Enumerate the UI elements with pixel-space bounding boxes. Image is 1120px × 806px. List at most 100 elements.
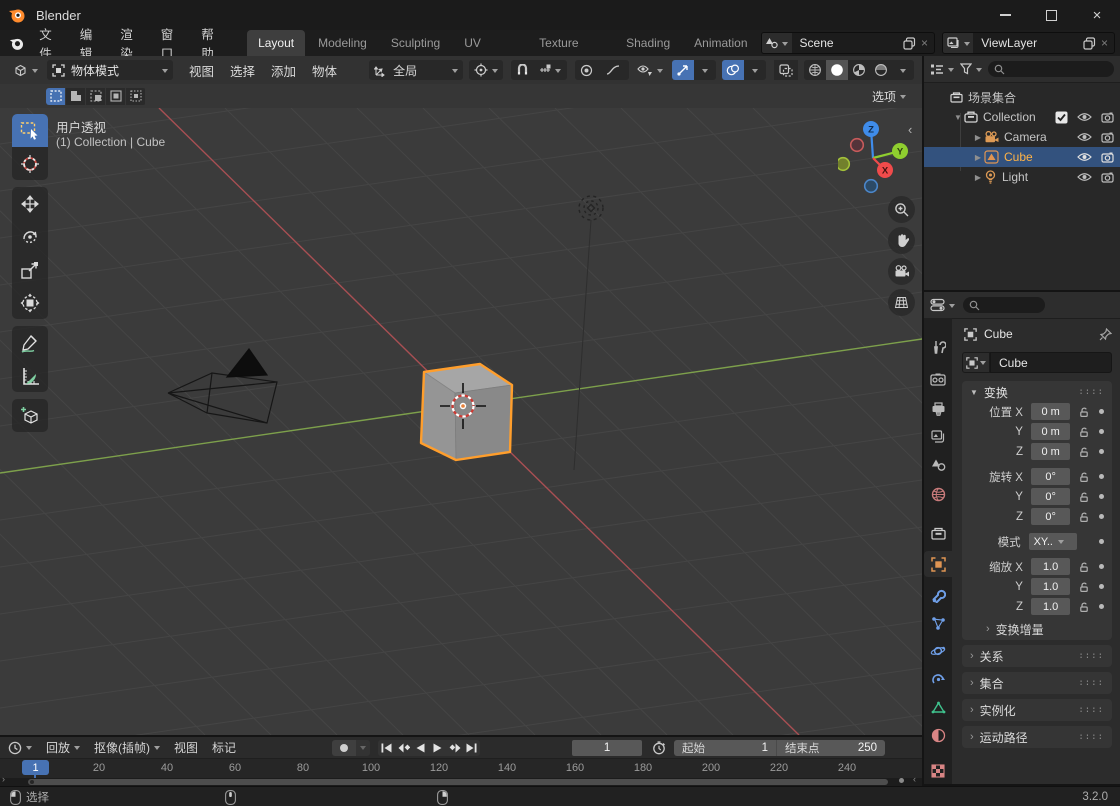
close-button[interactable]: × [1074,0,1120,30]
location-y-field[interactable]: 0 m [1030,423,1071,440]
disable-render-camera-icon[interactable] [1101,112,1114,123]
lock-icon[interactable] [1077,601,1091,613]
tab-constraints[interactable] [924,666,952,692]
cube-object[interactable] [419,362,514,462]
panel-drag-dots[interactable]: :::: [1078,387,1104,397]
tool-measure[interactable] [12,359,48,392]
gizmos-toggle[interactable] [672,60,694,80]
timeline-menu-view[interactable]: 视图 [174,739,198,756]
properties-editor-type-button[interactable] [930,298,955,312]
viewlayer-browse-button[interactable] [943,33,974,53]
rotation-z-field[interactable]: 0° [1030,508,1071,525]
scene-name[interactable]: Scene [792,36,904,50]
tool-annotate[interactable] [12,326,48,359]
animate-dot[interactable] [1099,564,1104,569]
pivot-point-selector[interactable] [469,60,504,80]
transform-delta-subpanel[interactable]: › 变换增量 [962,618,1112,640]
tab-material[interactable] [924,722,952,748]
zoom-button[interactable] [888,196,915,223]
shading-solid-button[interactable] [826,60,848,80]
outliner-editor-type-button[interactable] [930,63,954,76]
disable-render-camera-icon[interactable] [1101,132,1114,143]
scene-browse-button[interactable] [761,33,792,53]
outliner-row-camera[interactable]: ▶ Camera [924,127,1120,147]
hide-eye-icon[interactable] [1077,112,1092,122]
auto-keying-dropdown[interactable] [356,739,371,756]
jump-to-end-button[interactable] [463,740,480,756]
animate-dot[interactable] [1099,604,1104,609]
snap-toggle-button[interactable] [511,60,534,80]
remove-viewlayer-icon[interactable]: × [1101,36,1108,50]
play-reverse-button[interactable] [412,740,429,756]
rotation-x-field[interactable]: 0° [1030,468,1071,485]
tab-physics[interactable] [924,638,952,664]
panel-instancing[interactable]: › 实例化 :::: [962,699,1112,721]
outliner-row-light[interactable]: ▶ Light [924,167,1120,187]
visibility-dropdown[interactable] [632,60,668,80]
timeline-ruler[interactable]: 20 40 60 80 100 120 140 160 180 200 220 240 1 [0,758,922,779]
shading-wireframe-button[interactable] [804,60,826,80]
pan-button[interactable] [888,227,915,254]
frame-start-field[interactable]: 起始 1 [674,739,777,756]
tool-scale[interactable] [12,253,48,286]
hide-eye-icon[interactable] [1077,132,1092,142]
outliner-row-scene-collection[interactable]: 场景集合 [924,87,1120,107]
sidebar-collapse-arrow[interactable]: ‹ [908,122,912,137]
tab-modifiers[interactable] [924,582,952,608]
shading-rendered-button[interactable] [870,60,892,80]
select-mode-extend[interactable] [66,87,85,105]
select-mode-set[interactable] [46,87,65,105]
tab-view-layer[interactable] [924,424,952,450]
lock-icon[interactable] [1077,491,1091,503]
tab-particles[interactable] [924,610,952,636]
location-z-field[interactable]: 0 m [1030,443,1071,460]
scale-y-field[interactable]: 1.0 [1030,578,1071,595]
tab-collection[interactable] [924,520,952,546]
shading-material-button[interactable] [848,60,870,80]
tab-render[interactable] [924,366,952,392]
panel-relations[interactable]: › 关系 :::: [962,645,1112,667]
disclosure-closed-icon[interactable]: ▶ [972,133,984,142]
tool-add-cube[interactable] [12,399,48,432]
blender-menu-icon[interactable] [9,35,24,52]
workspace-tab-modeling[interactable]: Modeling [307,30,378,56]
tab-scene[interactable] [924,452,952,478]
viewlayer-name[interactable]: ViewLayer [973,36,1083,50]
proportional-editing-button[interactable] [575,60,598,80]
object-name-field[interactable]: Cube [990,352,1112,373]
lock-icon[interactable] [1077,561,1091,573]
workspace-tab-sculpting[interactable]: Sculpting [380,30,451,56]
tool-options-button[interactable]: 选项 [872,88,906,105]
new-scene-icon[interactable] [903,36,916,50]
scale-z-field[interactable]: 1.0 [1030,598,1071,615]
outliner-search-input[interactable] [988,61,1114,77]
panel-collections[interactable]: › 集合 :::: [962,672,1112,694]
tool-transform[interactable] [12,286,48,319]
editor-type-button[interactable] [8,60,43,80]
unlink-scene-icon[interactable]: × [921,36,928,50]
properties-search-input[interactable] [963,297,1045,313]
lock-icon[interactable] [1077,581,1091,593]
jump-to-start-button[interactable] [378,740,395,756]
menu-add[interactable]: 添加 [271,61,296,80]
mode-selector[interactable]: 物体模式 [47,60,173,80]
scale-x-field[interactable]: 1.0 [1030,558,1071,575]
hide-eye-icon[interactable] [1077,152,1092,162]
overlays-toggle[interactable] [722,60,744,80]
disclosure-open-icon[interactable]: ▼ [952,113,964,122]
lock-icon[interactable] [1077,511,1091,523]
previous-keyframe-button[interactable] [395,740,412,756]
current-frame-indicator[interactable]: 1 [22,760,49,775]
object-id-browse-button[interactable] [962,352,990,373]
disclosure-closed-icon[interactable]: ▶ [972,153,984,162]
workspace-tab-layout[interactable]: Layout [247,30,306,56]
workspace-tab-shading[interactable]: Shading [615,30,681,56]
navigation-gizmo[interactable]: Z Y X [838,116,912,194]
pin-icon[interactable] [1099,327,1112,341]
tab-object[interactable] [924,551,952,577]
tool-cursor[interactable] [12,147,48,180]
panel-drag-dots[interactable]: :::: [1078,705,1104,715]
tool-select-box[interactable] [12,114,48,147]
tab-object-data[interactable] [924,694,952,720]
tab-texture[interactable] [924,758,952,784]
